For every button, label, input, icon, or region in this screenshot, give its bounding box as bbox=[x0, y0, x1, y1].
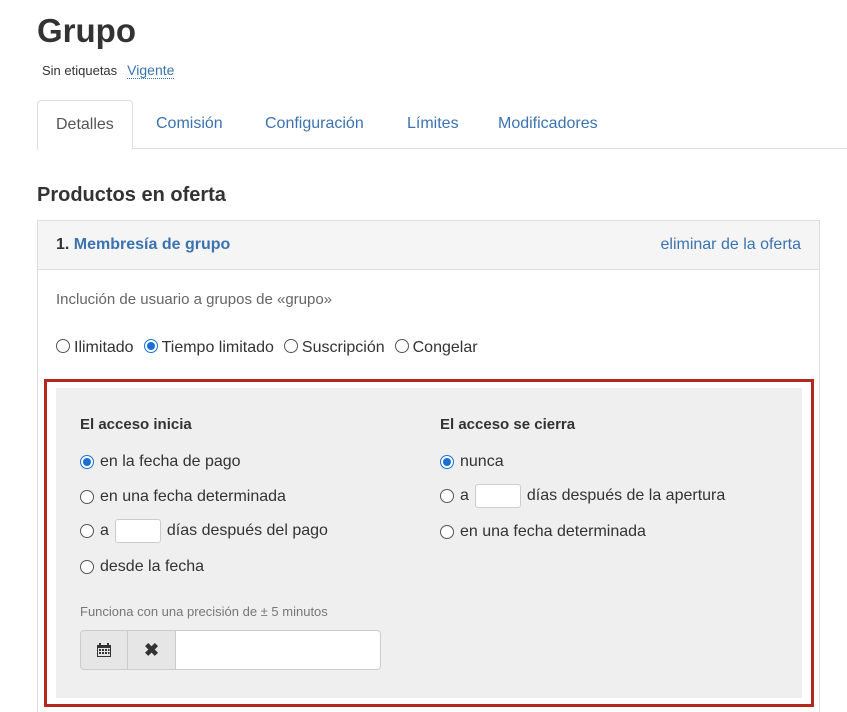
radio-subscription[interactable] bbox=[283, 339, 298, 353]
type-label: Tiempo limitado bbox=[161, 339, 274, 356]
radio-freeze[interactable] bbox=[394, 339, 409, 353]
option-label: días después de la apertura bbox=[526, 487, 726, 504]
radio-limited-time[interactable] bbox=[143, 339, 158, 353]
access-end-title: El acceso se cierra bbox=[440, 416, 576, 433]
type-option-freeze[interactable]: Congelar bbox=[394, 339, 478, 357]
close-icon: ✖ bbox=[143, 639, 160, 660]
start-from-date-option[interactable]: desde la fecha bbox=[80, 558, 204, 576]
radio-end-never[interactable] bbox=[440, 455, 454, 469]
option-label: en una fecha determinada bbox=[100, 488, 286, 505]
option-label: a bbox=[460, 487, 469, 504]
option-label: en una fecha determinada bbox=[460, 523, 646, 540]
start-on-payment-option[interactable]: en la fecha de pago bbox=[80, 453, 241, 471]
end-never-option[interactable]: nunca bbox=[440, 453, 504, 471]
end-days-input[interactable] bbox=[474, 484, 521, 508]
tab-bar: Detalles Comisión Configuración Límites … bbox=[37, 100, 847, 150]
access-settings-highlight: El acceso inicia en la fecha de pago en … bbox=[44, 379, 814, 707]
remove-offer-link[interactable]: eliminar de la oferta bbox=[660, 236, 801, 254]
radio-start-on-date[interactable] bbox=[80, 490, 94, 504]
radio-start-from-date[interactable] bbox=[80, 560, 94, 574]
tab-limites[interactable]: Límites bbox=[407, 100, 459, 149]
start-days-input[interactable] bbox=[114, 519, 161, 543]
offer-number: 1. bbox=[56, 236, 70, 253]
option-label: en la fecha de pago bbox=[100, 453, 241, 470]
option-label: desde la fecha bbox=[100, 558, 205, 575]
type-option-subscription[interactable]: Suscripción bbox=[283, 339, 385, 357]
type-option-limited-time[interactable]: Tiempo limitado bbox=[143, 339, 274, 357]
calendar-button[interactable] bbox=[80, 630, 128, 670]
offer-description: Inclución de usuario a grupos de «grupo» bbox=[56, 291, 333, 308]
radio-start-after-days[interactable] bbox=[80, 524, 94, 538]
tab-detalles[interactable]: Detalles bbox=[37, 100, 133, 150]
option-label: nunca bbox=[460, 453, 504, 470]
page-title: Grupo bbox=[37, 12, 136, 49]
calendar-icon bbox=[97, 643, 111, 657]
type-label: Suscripción bbox=[301, 339, 385, 356]
date-input[interactable] bbox=[176, 630, 381, 670]
status-link[interactable]: Vigente bbox=[127, 62, 175, 79]
end-after-days-option[interactable]: a días después de la apertura bbox=[440, 484, 725, 508]
start-after-days-option[interactable]: a días después del pago bbox=[80, 519, 328, 543]
tab-comision[interactable]: Comisión bbox=[156, 100, 223, 149]
radio-unlimited[interactable] bbox=[56, 339, 70, 353]
option-label: días después del pago bbox=[166, 522, 328, 539]
tags-label: Sin etiquetas bbox=[42, 63, 118, 78]
offer-name-link[interactable]: Membresía de grupo bbox=[74, 236, 230, 253]
offer-title: 1. Membresía de grupo bbox=[56, 236, 230, 254]
radio-start-on-payment[interactable] bbox=[80, 455, 94, 469]
end-on-date-option[interactable]: en una fecha determinada bbox=[440, 523, 646, 541]
clear-date-button[interactable]: ✖ bbox=[128, 630, 176, 670]
access-settings: El acceso inicia en la fecha de pago en … bbox=[56, 388, 802, 698]
type-option-unlimited[interactable]: Ilimitado bbox=[56, 339, 134, 357]
tab-configuracion[interactable]: Configuración bbox=[265, 100, 364, 149]
type-label: Ilimitado bbox=[74, 339, 134, 356]
option-label: a bbox=[100, 522, 109, 539]
offer-panel: 1. Membresía de grupo eliminar de la ofe… bbox=[37, 220, 820, 712]
type-label: Congelar bbox=[412, 339, 478, 356]
precision-hint: Funciona con una precisión de ± 5 minuto… bbox=[80, 604, 328, 619]
start-on-date-option[interactable]: en una fecha determinada bbox=[80, 488, 286, 506]
date-picker-group: ✖ bbox=[80, 630, 381, 670]
section-title: Productos en oferta bbox=[37, 184, 226, 206]
offer-header: 1. Membresía de grupo eliminar de la ofe… bbox=[38, 221, 819, 270]
tags-bar: Sin etiquetas Vigente bbox=[42, 62, 175, 79]
access-start-title: El acceso inicia bbox=[80, 416, 192, 433]
radio-end-on-date[interactable] bbox=[440, 525, 454, 539]
radio-end-after-days[interactable] bbox=[440, 489, 454, 503]
tab-modificadores[interactable]: Modificadores bbox=[498, 100, 598, 149]
membership-type-group: Ilimitado Tiempo limitado Suscripción Co… bbox=[56, 339, 488, 357]
